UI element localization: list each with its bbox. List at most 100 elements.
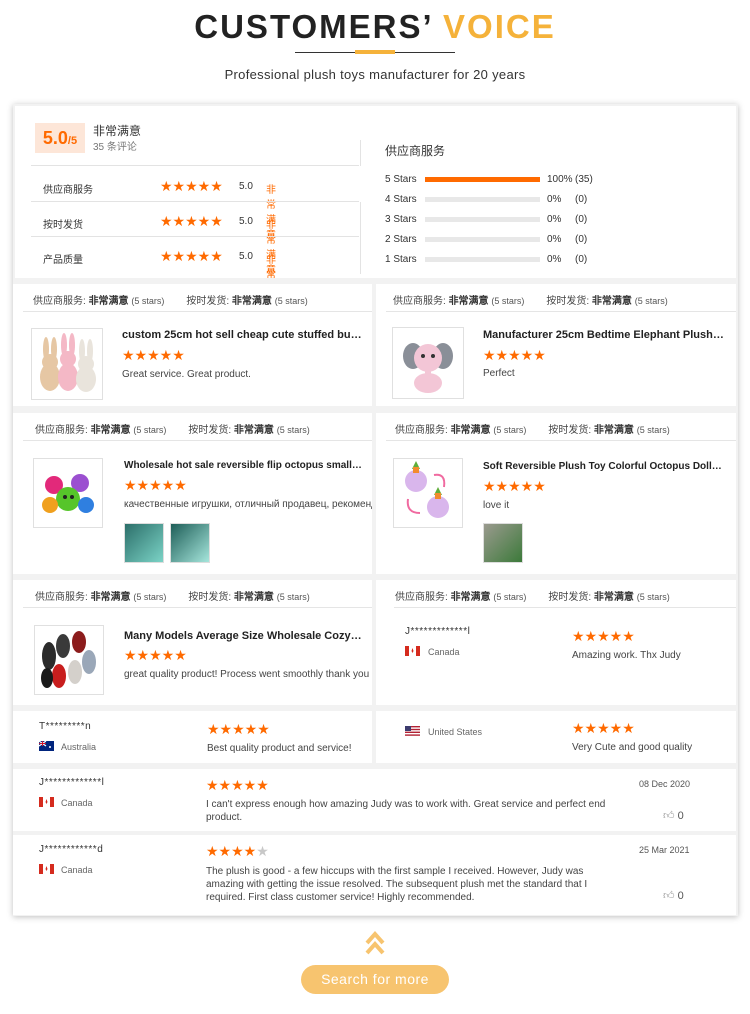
review-meta: 供应商服务: 非常满意 (5 stars) 按时发货: 非常满意 (5 stars… <box>393 292 668 307</box>
category-label: 供应商服务 <box>43 185 93 196</box>
distribution-count: (0) <box>575 254 588 265</box>
review-stars: ★★★★★ <box>483 478 546 494</box>
category-label: 产品质量 <box>43 255 83 266</box>
elephant-plush-image <box>403 343 453 393</box>
meta-rating: 非常满意 <box>591 296 632 307</box>
review-comment: great quality product! Process went smoo… <box>124 669 372 680</box>
meta-label: 按时发货: <box>188 425 232 436</box>
review-card: 供应商服务: 非常满意 (5 stars) 按时发货: 非常满意 (5 stars… <box>13 580 372 705</box>
product-thumbnail[interactable] <box>33 458 103 528</box>
review-meta: 供应商服务: 非常满意 (5 stars) 按时发货: 非常满意 (5 stars… <box>395 588 670 603</box>
category-value: 5.0 <box>239 181 253 192</box>
distribution-label: 1 Stars <box>385 254 417 265</box>
review-count: 35 条评论 <box>93 142 137 153</box>
meta-stars-note: (5 stars) <box>634 296 668 306</box>
category-value: 5.0 <box>239 251 253 262</box>
review-photo[interactable] <box>483 523 523 563</box>
review-date: 25 Mar 2021 <box>639 845 690 855</box>
scroll-up-icon[interactable] <box>365 929 385 959</box>
review-card: 供应商服务: 非常满意 (5 stars) 按时发货: 非常满意 (5 stars… <box>13 413 372 574</box>
product-thumbnail[interactable] <box>34 625 104 695</box>
meta-stars-note: (5 stars) <box>493 592 527 602</box>
meta-stars-note: (5 stars) <box>276 592 310 602</box>
canada-flag-icon <box>405 646 420 656</box>
search-for-more-button[interactable]: Search for more <box>301 965 449 994</box>
divider <box>31 236 359 237</box>
review-card: 供应商服务: 非常满意 (5 stars) 按时发货: 非常满意 (5 stars… <box>376 413 736 574</box>
divider <box>31 165 359 166</box>
distribution-label: 4 Stars <box>385 194 417 205</box>
distribution-label: 2 Stars <box>385 234 417 245</box>
meta-rating: 非常满意 <box>233 592 274 603</box>
review-stars: ★★★★★ <box>124 477 187 493</box>
review-card: 供应商服务: 非常满意 (5 stars) 按时发货: 非常满意 (5 stars… <box>376 580 736 705</box>
distribution-label: 3 Stars <box>385 214 417 225</box>
like-count: 0 <box>677 890 684 902</box>
distribution-fill <box>425 177 540 182</box>
reviews-panel: 5.0/5 非常满意 35 条评论 供应商服务 ★★★★★ 5.0 非常满意 按… <box>13 104 738 916</box>
review-card: T*********n Australia ★★★★★ Best quality… <box>13 711 372 763</box>
australia-flag-icon <box>39 741 54 751</box>
product-thumbnail[interactable] <box>393 458 463 528</box>
meta-rating: 非常满意 <box>231 296 272 307</box>
review-card: J*************l Canada ★★★★★ 08 Dec 2020… <box>13 769 736 831</box>
rating-text: 非常满意 <box>93 124 142 138</box>
review-meta: 供应商服务: 非常满意 (5 stars) 按时发货: 非常满意 (5 stars… <box>35 421 310 436</box>
slippers-image <box>41 631 96 688</box>
review-comment: The plush is good - a few hiccups with t… <box>206 866 588 903</box>
distribution-bar <box>425 177 540 182</box>
meta-rating: 非常满意 <box>450 592 491 603</box>
category-value: 5.0 <box>239 216 253 227</box>
distribution-count: (35) <box>575 174 593 185</box>
divider <box>31 201 359 202</box>
review-stars: ★★★★★ <box>207 721 270 737</box>
bunny-plush-image <box>40 333 96 392</box>
meta-stars-note: (5 stars) <box>491 296 525 306</box>
divider <box>394 607 736 608</box>
distribution-title: 供应商服务 <box>385 144 446 158</box>
buyer-country: Canada <box>61 865 93 875</box>
divider <box>360 140 361 166</box>
meta-label: 供应商服务: <box>393 296 446 307</box>
review-comment: Amazing work. Thx Judy <box>572 650 681 661</box>
like-button[interactable]: 👍︎ 0 <box>663 809 684 822</box>
like-button[interactable]: 👍︎ 0 <box>663 889 684 902</box>
buyer-country: United States <box>428 727 483 737</box>
distribution-bar <box>425 257 540 262</box>
meta-stars-note: (5 stars) <box>133 425 167 435</box>
canada-flag-icon <box>39 864 54 874</box>
meta-label: 按时发货: <box>186 296 230 307</box>
heading-accent <box>355 50 395 54</box>
page-subtitle: Professional plush toys manufacturer for… <box>224 67 526 82</box>
review-comment: Best quality product and service! <box>207 743 352 754</box>
product-name[interactable]: Manufacturer 25cm Bedtime Elephant Plush… <box>483 329 725 341</box>
meta-label: 按时发货: <box>548 592 592 603</box>
united-states-flag-icon <box>405 726 420 736</box>
meta-label: 供应商服务: <box>33 296 86 307</box>
buyer-country: Canada <box>428 647 460 657</box>
product-name[interactable]: custom 25cm hot sell cheap cute stuffed … <box>122 329 362 341</box>
product-thumbnail[interactable] <box>31 328 103 400</box>
review-photo[interactable] <box>124 523 164 563</box>
review-card: J************d Canada ★★★★★ 25 Mar 2021 … <box>13 835 736 915</box>
review-photo[interactable] <box>170 523 210 563</box>
review-stars: ★★★★★ <box>572 628 635 644</box>
score-max: /5 <box>67 135 78 147</box>
divider <box>386 311 736 312</box>
product-name[interactable]: Soft Reversible Plush Toy Colorful Octop… <box>483 461 723 472</box>
meta-stars-note: (5 stars) <box>133 592 167 602</box>
divider <box>360 202 361 274</box>
meta-stars-note: (5 stars) <box>493 425 527 435</box>
product-thumbnail[interactable] <box>392 327 464 399</box>
meta-stars-note: (5 stars) <box>274 296 308 306</box>
review-stars: ★★★★★ <box>206 843 269 859</box>
review-stars: ★★★★★ <box>124 647 187 663</box>
product-name[interactable]: Wholesale hot sale reversible flip octop… <box>124 460 364 471</box>
review-card: 供应商服务: 非常满意 (5 stars) 按时发货: 非常满意 (5 stars… <box>13 284 372 406</box>
review-comment: I can't express enough how amazing Judy … <box>206 799 606 823</box>
product-name[interactable]: Many Models Average Size Wholesale Cozy … <box>124 630 364 642</box>
category-stars: ★★★★★ <box>160 248 223 264</box>
distribution-label: 5 Stars <box>385 174 417 185</box>
distribution-bar <box>425 197 540 202</box>
meta-rating: 非常满意 <box>90 425 131 436</box>
